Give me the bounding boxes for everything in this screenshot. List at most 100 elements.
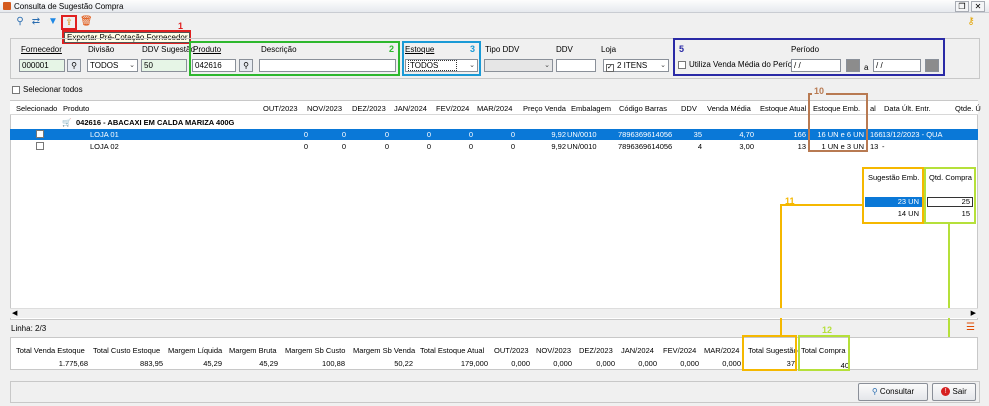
annotation-box-total-sugestao [742, 335, 797, 371]
descricao-input[interactable] [259, 59, 396, 72]
cell-venda-media: 4,70 [739, 130, 754, 139]
row-checkbox[interactable] [36, 142, 44, 150]
col-embalagem[interactable]: Embalagem [571, 104, 611, 113]
total-value: 179,000 [460, 359, 488, 368]
cell-venda-media: 3,00 [739, 142, 754, 151]
total-header: DEZ/2023 [579, 346, 613, 355]
restore-button[interactable]: ❐ [955, 1, 969, 12]
cell-embalagem: UN/0010 [567, 142, 597, 151]
annotation-3: 3 [470, 44, 476, 54]
cell-produto: LOJA 02 [90, 142, 119, 151]
total-value: 883,95 [140, 359, 163, 368]
annotation-10: 10 [812, 86, 827, 96]
annotation-box-10 [808, 93, 868, 152]
delete-icon[interactable]: 🗑 [80, 16, 93, 28]
produto-search-button[interactable]: ⚲ [239, 59, 253, 72]
calendar-ate-button[interactable] [925, 59, 939, 72]
loja-label: Loja [601, 45, 617, 54]
cell-produto: LOJA 01 [90, 130, 119, 139]
row-checkbox[interactable] [36, 130, 44, 138]
scroll-left-icon[interactable]: ◀ [12, 309, 17, 317]
key-icon[interactable]: ⚷ [965, 16, 977, 28]
cell-nov: 0 [341, 142, 346, 151]
sync-icon[interactable]: ⇄ [30, 16, 42, 28]
total-value: 0,000 [638, 359, 657, 368]
divisao-label: Divisão [88, 45, 115, 54]
divisao-select[interactable]: TODOS ⌄ [87, 59, 138, 72]
cell-sugestao-emb: 14 UN [897, 209, 919, 218]
search-icon: ⚲ [243, 61, 249, 70]
col-codigo-barras[interactable]: Código Barras [619, 104, 667, 113]
cell-jan: 0 [426, 130, 431, 139]
col-selecionado[interactable]: Selecionado [16, 104, 57, 113]
total-header: Total Estoque Atual [420, 346, 485, 355]
calendar-de-button[interactable] [846, 59, 860, 72]
cell-al: 13 [870, 142, 879, 151]
ddv-input[interactable] [556, 59, 596, 72]
cell-qtd-compra[interactable]: 15 [927, 209, 973, 219]
cell-ddv: 4 [697, 142, 702, 151]
filter-icon[interactable]: ▼ [47, 16, 59, 28]
ddv-sugestao-label: DDV Sugestão [142, 45, 195, 54]
col-qtde-ult[interactable]: Qtde. Ú [955, 104, 981, 113]
cell-qtd-compra[interactable]: 25 [927, 197, 973, 207]
scroll-right-icon[interactable]: ▶ [971, 309, 976, 317]
col-estoque-atual[interactable]: Estoque Atual [760, 104, 806, 113]
cell-estoque-atual: 13 [797, 142, 806, 151]
cell-out: 0 [303, 130, 308, 139]
close-button[interactable]: ✕ [971, 1, 985, 12]
total-value: 0,000 [553, 359, 572, 368]
sair-button[interactable]: ! Sair [932, 383, 976, 401]
total-header: Margem Sb Venda [353, 346, 416, 355]
tipo-ddv-label: Tipo DDV [485, 45, 520, 54]
col-out[interactable]: OUT/2023 [263, 104, 298, 113]
fornecedor-search-button[interactable]: ⚲ [67, 59, 81, 72]
col-nov[interactable]: NOV/2023 [307, 104, 342, 113]
total-value: 45,29 [203, 359, 222, 368]
select-all-checkbox[interactable] [12, 86, 20, 94]
col-produto[interactable]: Produto [63, 104, 89, 113]
fornecedor-input[interactable]: 000001 [19, 59, 65, 72]
col-data-ult-entr[interactable]: Data Últ. Entr. [884, 104, 931, 113]
cell-mar: 0 [510, 130, 515, 139]
search-icon[interactable]: ⚲ [14, 16, 26, 28]
total-header: JAN/2024 [621, 346, 654, 355]
cell-codigo-barras: 7896369614056 [618, 130, 673, 139]
col-mar[interactable]: MAR/2024 [477, 104, 512, 113]
periodo-de-input[interactable]: / / [791, 59, 841, 72]
col-venda-media[interactable]: Venda Média [707, 104, 751, 113]
tipo-ddv-select[interactable]: ⌄ [484, 59, 553, 72]
cell-ddv: 35 [693, 130, 702, 139]
loja-select[interactable]: ✓ 2 ITENS ⌄ [603, 59, 669, 72]
col-preco[interactable]: Preço Venda [523, 104, 566, 113]
col-sugestao-emb[interactable]: Sugestão Emb. [868, 173, 919, 182]
utiliza-checkbox[interactable] [678, 61, 686, 69]
cart-icon: 🛒 [62, 118, 72, 127]
consultar-button[interactable]: ⚲ Consultar [858, 383, 928, 401]
cell-jan: 0 [426, 142, 431, 151]
total-value: 100,88 [322, 359, 345, 368]
total-header: Total Venda Estoque [16, 346, 85, 355]
ddv-sugestao-input[interactable]: 50 [141, 59, 187, 72]
chevron-down-icon: ⌄ [469, 62, 475, 69]
check-icon: ✓ [606, 64, 614, 72]
produto-input[interactable]: 042616 [192, 59, 236, 72]
export-icon[interactable]: ⇪ [63, 16, 75, 28]
estoque-select[interactable]: TODOS ⌄ [405, 59, 478, 72]
col-jan[interactable]: JAN/2024 [394, 104, 427, 113]
horizontal-scrollbar[interactable]: ◀ ▶ [10, 308, 978, 318]
utiliza-label: Utiliza Venda Média do Período [689, 60, 802, 69]
col-al[interactable]: al [870, 104, 876, 113]
col-fev[interactable]: FEV/2024 [436, 104, 469, 113]
cell-nov: 0 [341, 130, 346, 139]
col-dez[interactable]: DEZ/2023 [352, 104, 386, 113]
cell-sugestao-emb: 23 UN [865, 197, 922, 207]
total-value: 0,000 [511, 359, 530, 368]
cell-dez: 0 [384, 130, 389, 139]
cell-out: 0 [303, 142, 308, 151]
window-title: Consulta de Sugestão Compra [14, 2, 124, 11]
col-ddv[interactable]: DDV [681, 104, 697, 113]
list-icon[interactable]: ☰ [966, 322, 975, 333]
col-qtd-compra[interactable]: Qtd. Compra [929, 173, 972, 182]
periodo-ate-input[interactable]: / / [873, 59, 921, 72]
